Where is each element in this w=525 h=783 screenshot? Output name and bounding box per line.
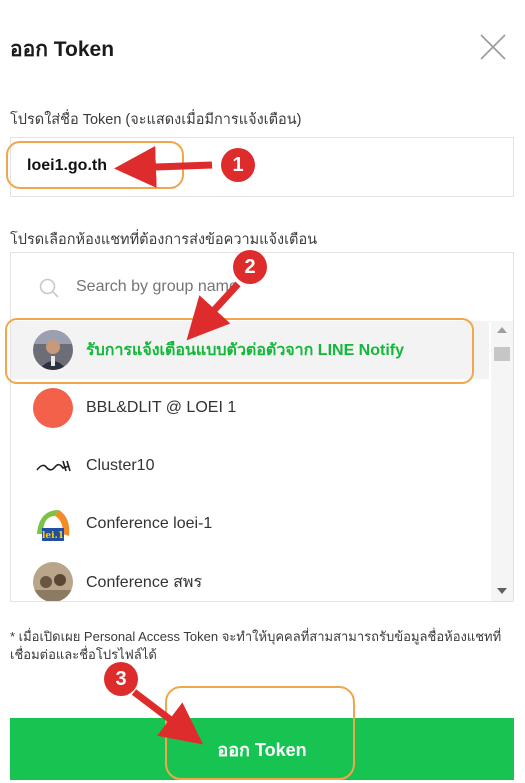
privacy-footnote: * เมื่อเปิดเผย Personal Access Token จะท… <box>10 629 502 662</box>
scroll-up-arrow-icon[interactable] <box>497 327 507 333</box>
chat-select-label: โปรดเลือกห้องแชทที่ต้องการส่งข้อความแจ้ง… <box>10 232 318 248</box>
chat-item-conference-sp[interactable]: Conference สพร <box>11 553 489 601</box>
svg-text:lei.1: lei.1 <box>42 531 64 541</box>
search-input[interactable] <box>74 277 378 297</box>
highlight-token-name <box>6 141 184 189</box>
cluster10-logo-avatar <box>33 446 73 486</box>
step-badge-3: 3 <box>104 662 138 696</box>
search-icon <box>39 278 59 298</box>
chat-list-scrollbar[interactable] <box>491 321 513 601</box>
group-photo-avatar <box>33 562 73 601</box>
step-badge-2: 2 <box>233 250 267 284</box>
chat-item-label: Conference loei-1 <box>86 515 213 532</box>
scroll-thumb[interactable] <box>494 347 510 361</box>
highlight-issue-button <box>165 686 355 780</box>
highlight-selected-chat <box>5 318 474 384</box>
chat-item-label: Conference สพร <box>86 573 203 591</box>
scroll-down-arrow-icon[interactable] <box>497 588 507 594</box>
token-name-label: โปรดใส่ชื่อ Token (จะแสดงเมื่อมีการแจ้งเ… <box>10 112 302 128</box>
chat-item-label: Cluster10 <box>86 457 155 474</box>
step-badge-1: 1 <box>221 148 255 182</box>
orange-circle-avatar <box>33 388 73 428</box>
loei1-logo-avatar: lei.1 <box>33 504 73 544</box>
chat-item-bbl-dlit[interactable]: BBL&DLIT @ LOEI 1 <box>11 379 489 437</box>
chat-list-panel: รับการแจ้งเตือนแบบตัวต่อตัวจาก LINE Noti… <box>10 252 514 602</box>
chat-item-conference-loei1[interactable]: lei.1 Conference loei-1 <box>11 495 489 553</box>
dialog-title: ออก Token <box>10 38 115 61</box>
chat-item-label: BBL&DLIT @ LOEI 1 <box>86 399 237 416</box>
chat-item-cluster10[interactable]: Cluster10 <box>11 437 489 495</box>
close-icon[interactable] <box>478 32 508 62</box>
close-button[interactable] <box>478 32 508 62</box>
